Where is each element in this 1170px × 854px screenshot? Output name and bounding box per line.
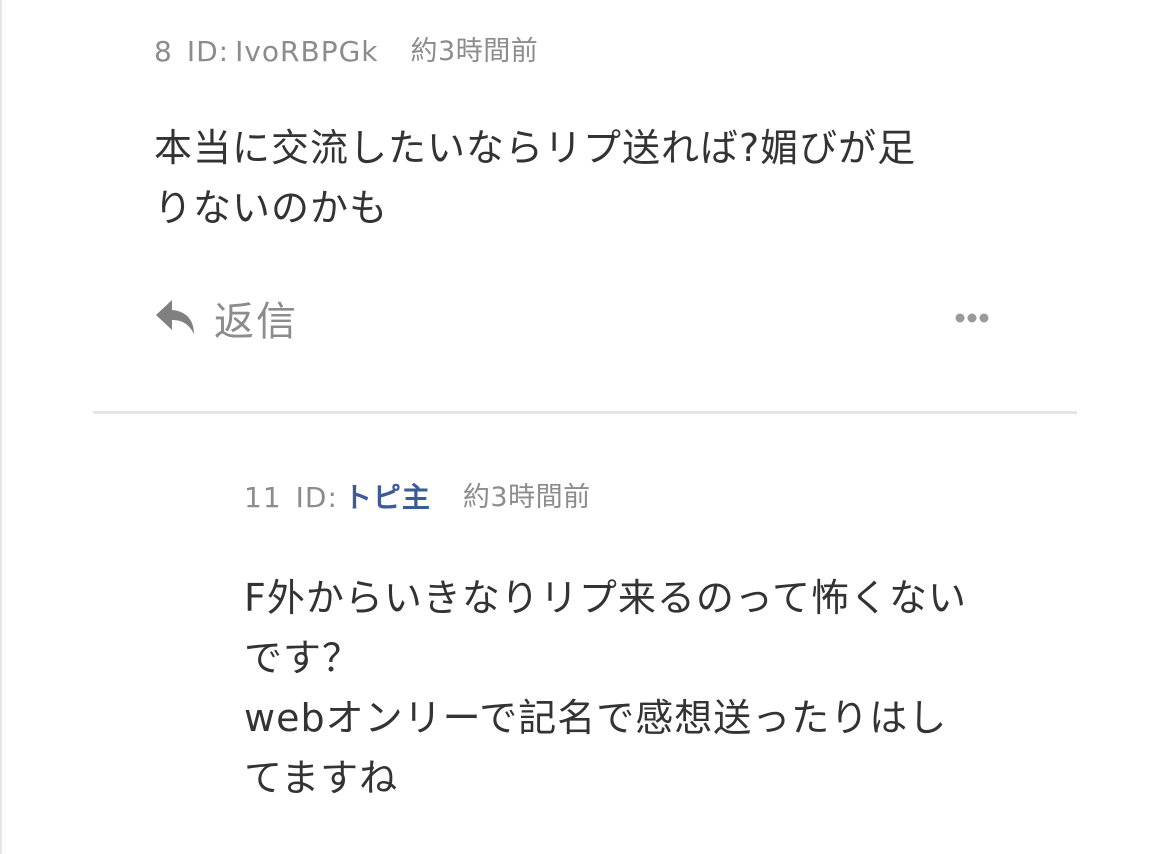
comment-body-line: てますね xyxy=(244,756,399,800)
timestamp: 約3時間前 xyxy=(462,482,591,513)
comment-meta: 8 ID: IvoRBPGk 約3時間前 xyxy=(154,30,1014,74)
comment-body-line: webオンリーで記名で感想送ったりはし xyxy=(244,696,948,740)
id-label: ID: xyxy=(295,481,338,514)
more-options-button[interactable] xyxy=(952,308,992,328)
user-id[interactable]: IvoRBPGk xyxy=(235,30,378,74)
comment-body-line: です？ xyxy=(244,636,362,680)
comment-actions: 返信 xyxy=(154,288,994,348)
comment-meta: 11 ID: トピ主 約3時間前 xyxy=(244,476,1044,520)
comment-divider xyxy=(93,411,1077,414)
comment-8: 8 ID: IvoRBPGk 約3時間前 本当に交流したいならリプ送れば?媚びが… xyxy=(154,30,1014,238)
comment-11: 11 ID: トピ主 約3時間前 F外からいきなりリプ来るのって怖くない です？… xyxy=(244,476,1044,808)
reply-button[interactable]: 返信 xyxy=(154,288,298,348)
page-left-border xyxy=(0,0,2,854)
comment-body-line: りないのかも xyxy=(154,186,389,230)
comment-body-line: 本当に交流したいならリプ送れば?媚びが足 xyxy=(154,126,917,170)
comment-body: F外からいきなりリプ来るのって怖くない です？ webオンリーで記名で感想送った… xyxy=(244,568,1024,808)
comment-number: 8 xyxy=(154,35,173,68)
id-label: ID: xyxy=(186,35,230,68)
comment-number: 11 xyxy=(244,481,282,514)
timestamp: 約3時間前 xyxy=(410,36,539,67)
comment-body: 本当に交流したいならリプ送れば?媚びが足 りないのかも xyxy=(154,118,994,238)
ellipsis-icon xyxy=(954,309,990,328)
comment-body-line: F外からいきなりリプ来るのって怖くない xyxy=(244,576,967,620)
reply-label: 返信 xyxy=(214,299,298,345)
topic-owner-id[interactable]: トピ主 xyxy=(344,476,431,520)
reply-arrow-icon xyxy=(154,298,198,338)
